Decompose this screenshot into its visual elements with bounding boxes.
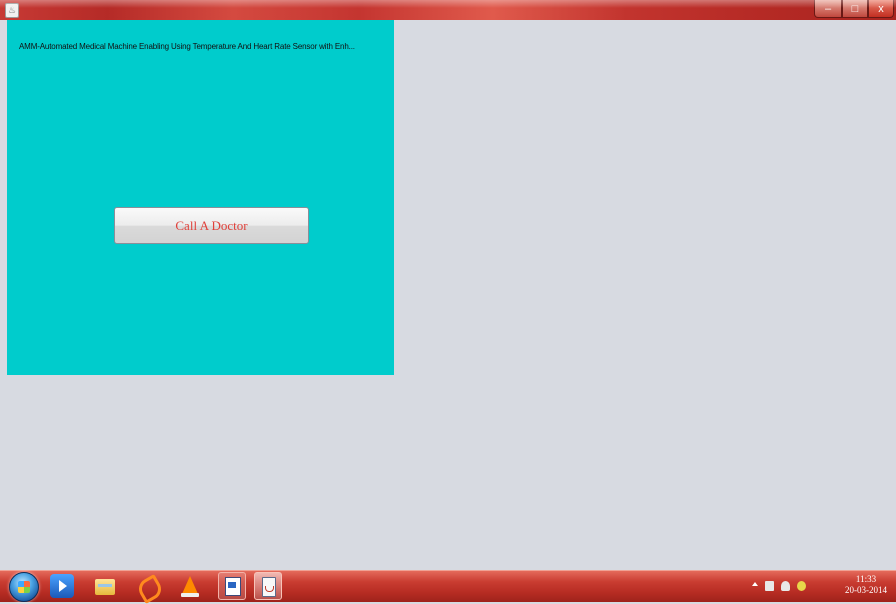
window-left-border — [0, 20, 7, 570]
panel-title: AMM-Automated Medical Machine Enabling U… — [19, 42, 355, 51]
window-controls: – □ x — [814, 0, 894, 18]
java-icon[interactable] — [254, 572, 282, 600]
java-app-icon: ♨ — [5, 3, 19, 18]
minimize-button[interactable]: – — [814, 0, 842, 18]
system-tray: 11:33 20-03-2014 — [746, 571, 896, 602]
show-hidden-icons-button[interactable] — [752, 582, 758, 586]
file-explorer-icon[interactable] — [93, 574, 117, 598]
vlc-icon[interactable] — [178, 574, 202, 598]
power-icon[interactable] — [765, 581, 774, 591]
window-title-bar[interactable]: ♨ – □ x — [0, 0, 896, 20]
close-button[interactable]: x — [868, 0, 894, 18]
taskbar: 11:33 20-03-2014 — [0, 570, 896, 602]
window-content: AMM-Automated Medical Machine Enabling U… — [7, 20, 896, 570]
call-doctor-button[interactable]: Call A Doctor — [114, 207, 309, 244]
clock-date: 20-03-2014 — [845, 585, 887, 595]
nitro-icon[interactable] — [135, 574, 159, 598]
maximize-button[interactable]: □ — [842, 0, 868, 18]
clock-time: 11:33 — [855, 574, 877, 584]
main-panel: AMM-Automated Medical Machine Enabling U… — [7, 20, 394, 375]
start-button[interactable] — [9, 572, 39, 602]
notepad-icon[interactable] — [218, 572, 246, 600]
clock[interactable]: 11:33 20-03-2014 — [840, 574, 892, 596]
windows-media-player-icon[interactable] — [50, 574, 74, 598]
volume-icon[interactable] — [797, 581, 806, 591]
network-icon[interactable] — [781, 581, 790, 591]
